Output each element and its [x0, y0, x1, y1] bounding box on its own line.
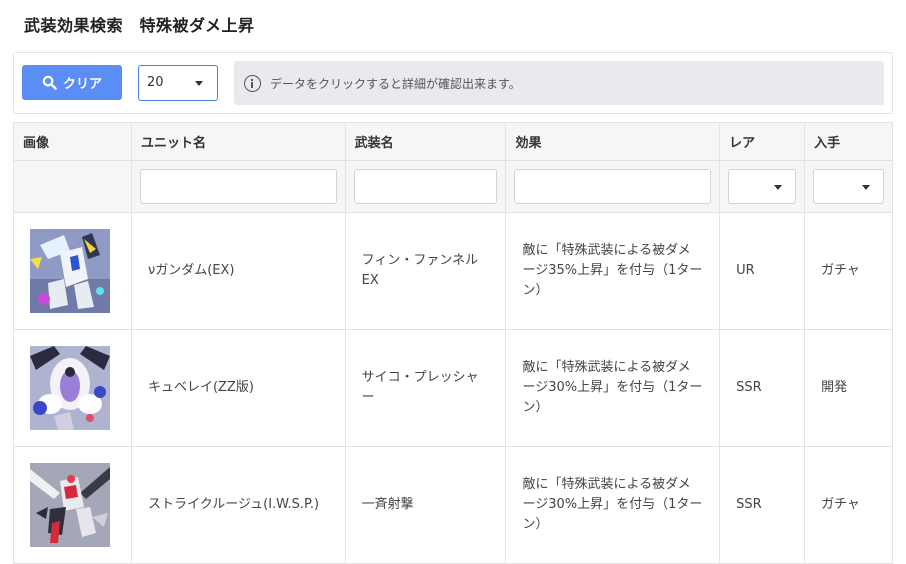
source-filter-select[interactable] — [813, 169, 884, 204]
column-header-unit: ユニット名 — [130, 122, 346, 161]
source-cell: ガチャ — [804, 212, 893, 330]
effect-filter-input[interactable] — [514, 169, 712, 204]
info-text: データをクリックすると詳細が確認出来ます。 — [270, 76, 521, 91]
rarity-cell: SSR — [719, 329, 806, 447]
table-row[interactable]: キュベレイ(ZZ版) サイコ・プレッシャー 敵に「特殊武装による被ダメージ30%… — [13, 329, 893, 447]
weapon-filter-input[interactable] — [353, 169, 498, 204]
rarity-cell: SSR — [719, 446, 806, 564]
rarity-cell: UR — [719, 212, 806, 330]
column-header-image: 画像 — [13, 122, 132, 161]
info-bar: データをクリックすると詳細が確認出来ます。 — [234, 61, 884, 105]
clear-button-label: クリア — [62, 77, 102, 92]
weapon-name-cell: フィン・ファンネルEX — [344, 212, 507, 330]
unit-thumbnail — [30, 463, 110, 547]
rarity-filter-select[interactable] — [728, 169, 797, 204]
column-header-source: 入手 — [804, 122, 893, 161]
page-size-value: 20 — [147, 75, 164, 90]
unit-filter-input[interactable] — [139, 169, 337, 204]
unit-name-cell: ストライクルージュ(I.W.S.P.) — [130, 446, 346, 564]
column-header-rarity: レア — [719, 122, 806, 161]
column-header-weapon: 武装名 — [344, 122, 507, 161]
unit-thumbnail — [30, 346, 110, 430]
unit-thumbnail — [30, 229, 110, 313]
caret-down-icon — [774, 185, 783, 190]
clear-button[interactable]: クリア — [22, 65, 122, 100]
results-table: 画像 ユニット名 武装名 効果 レア 入手 νガンダム(EX) フィン・ファンネ… — [13, 122, 893, 564]
weapon-name-cell: サイコ・プレッシャー — [344, 329, 507, 447]
info-icon — [244, 74, 261, 92]
filter-cell-image — [13, 160, 132, 213]
table-row[interactable]: ストライクルージュ(I.W.S.P.) 一斉射撃 敵に「特殊武装による被ダメージ… — [13, 446, 893, 564]
toolbar: クリア 20 データをクリックすると詳細が確認出来ます。 — [13, 52, 893, 114]
effect-cell: 敵に「特殊武装による被ダメージ35%上昇」を付与（1ターン） — [505, 212, 721, 330]
caret-down-icon — [195, 81, 203, 86]
weapon-name-cell: 一斉射撃 — [344, 446, 507, 564]
source-cell: ガチャ — [804, 446, 893, 564]
table-row[interactable]: νガンダム(EX) フィン・ファンネルEX 敵に「特殊武装による被ダメージ35%… — [13, 212, 893, 330]
column-header-effect: 効果 — [505, 122, 721, 161]
unit-name-cell: νガンダム(EX) — [130, 212, 346, 330]
page-title: 武装効果検索 特殊被ダメ上昇 — [24, 16, 255, 35]
effect-cell: 敵に「特殊武装による被ダメージ30%上昇」を付与（1ターン） — [505, 329, 721, 447]
effect-cell: 敵に「特殊武装による被ダメージ30%上昇」を付与（1ターン） — [505, 446, 721, 564]
page-size-select[interactable]: 20 — [138, 65, 218, 101]
search-icon — [42, 75, 57, 90]
source-cell: 開発 — [804, 329, 893, 447]
unit-name-cell: キュベレイ(ZZ版) — [130, 329, 346, 447]
caret-down-icon — [862, 185, 870, 190]
